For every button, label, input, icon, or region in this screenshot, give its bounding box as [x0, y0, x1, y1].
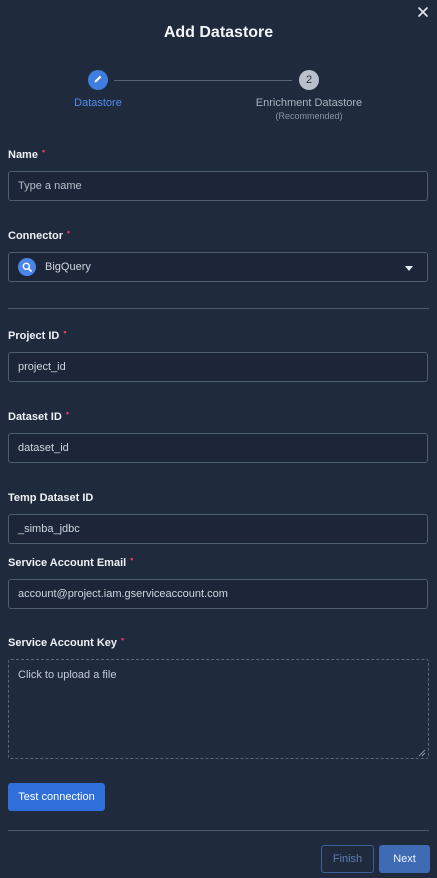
- dataset-id-label-text: Dataset ID: [8, 411, 62, 423]
- connector-label-text: Connector: [8, 230, 63, 242]
- add-datastore-dialog: Add Datastore 2 Datastore Enrichment Dat…: [0, 0, 437, 878]
- dataset-id-input[interactable]: dataset_id: [8, 433, 428, 463]
- required-marker: •: [65, 408, 69, 418]
- temp-dataset-id-value: _simba_jdbc: [18, 523, 80, 535]
- step-1-label: Datastore: [74, 97, 122, 109]
- service-account-email-input[interactable]: account@project.iam.gserviceaccount.com: [8, 579, 428, 609]
- name-label-text: Name: [8, 149, 38, 161]
- service-account-email-label-text: Service Account Email: [8, 557, 127, 569]
- project-id-value: project_id: [18, 361, 66, 373]
- upload-text: Click to upload a file: [18, 669, 117, 681]
- footer-divider: [8, 830, 429, 831]
- step-1-indicator: [88, 70, 108, 90]
- step-2-sublabel: (Recommended): [275, 111, 343, 121]
- step-2-label[interactable]: Enrichment Datastore: [229, 97, 389, 109]
- close-icon[interactable]: [415, 4, 431, 20]
- project-id-label-text: Project ID: [8, 330, 60, 342]
- connector-label: Connector •: [8, 227, 71, 242]
- connector-select[interactable]: BigQuery: [8, 252, 428, 282]
- service-account-key-label: Service Account Key •: [8, 634, 125, 649]
- project-id-label: Project ID •: [8, 327, 67, 342]
- resize-handle-icon[interactable]: [418, 748, 426, 757]
- service-account-email-value: account@project.iam.gserviceaccount.com: [18, 588, 228, 600]
- finish-button[interactable]: Finish: [321, 845, 374, 873]
- temp-dataset-id-label-text: Temp Dataset ID: [8, 492, 94, 504]
- required-marker: •: [67, 227, 71, 237]
- test-connection-button[interactable]: Test connection: [8, 783, 105, 811]
- section-divider: [8, 308, 429, 309]
- name-placeholder: Type a name: [18, 180, 82, 192]
- service-account-email-label: Service Account Email •: [8, 554, 134, 569]
- dataset-id-value: dataset_id: [18, 442, 69, 454]
- stepper-connector-line: [114, 80, 292, 81]
- required-marker: •: [130, 554, 134, 564]
- bigquery-icon: [18, 258, 36, 276]
- service-account-key-upload[interactable]: Click to upload a file: [8, 659, 429, 759]
- project-id-input[interactable]: project_id: [8, 352, 428, 382]
- name-label: Name •: [8, 146, 46, 161]
- temp-dataset-id-input[interactable]: _simba_jdbc: [8, 514, 428, 544]
- required-marker: •: [41, 146, 46, 156]
- pencil-icon: [93, 71, 103, 89]
- chevron-down-icon[interactable]: [405, 266, 413, 271]
- dialog-title: Add Datastore: [163, 24, 274, 41]
- temp-dataset-id-label: Temp Dataset ID: [8, 492, 93, 504]
- service-account-key-label-text: Service Account Key: [8, 637, 118, 649]
- required-marker: •: [121, 634, 125, 644]
- next-button[interactable]: Next: [379, 845, 430, 873]
- required-marker: •: [63, 327, 67, 337]
- connector-value: BigQuery: [45, 261, 91, 273]
- dataset-id-label: Dataset ID •: [8, 408, 69, 423]
- name-input[interactable]: Type a name: [8, 171, 428, 201]
- step-2-indicator[interactable]: 2: [299, 70, 319, 90]
